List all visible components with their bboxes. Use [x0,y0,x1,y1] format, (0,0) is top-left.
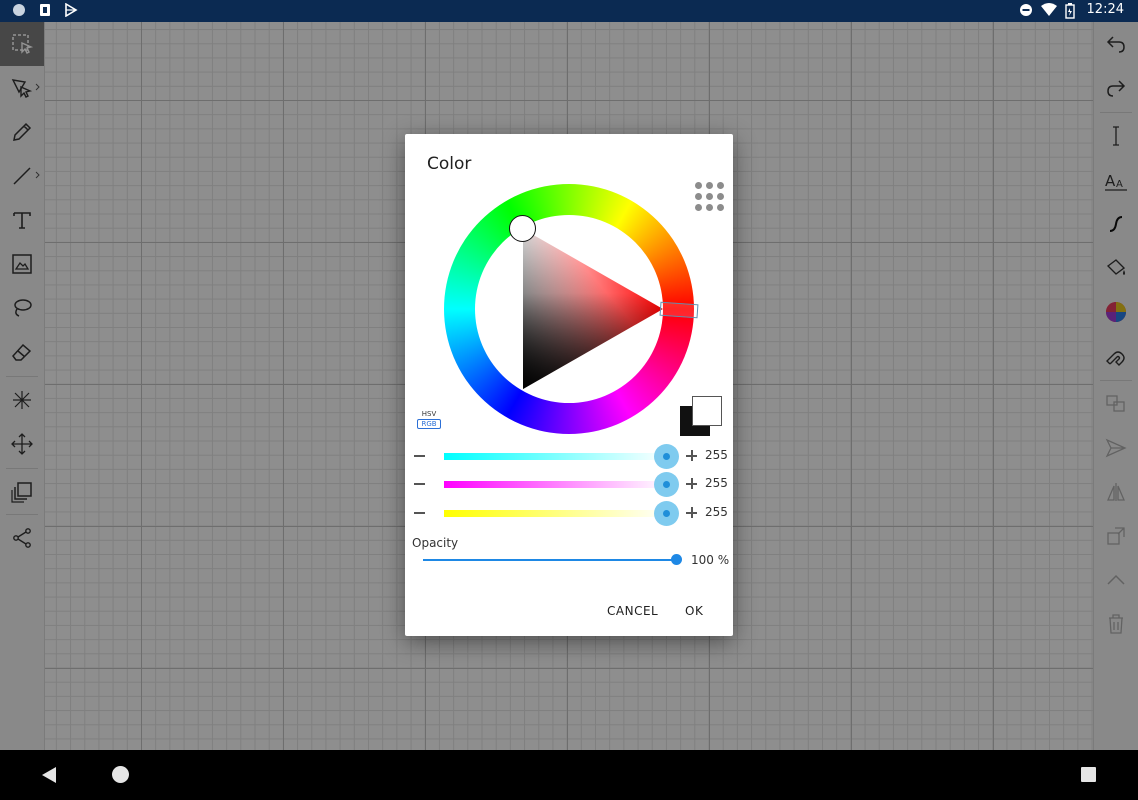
color-mode-toggle[interactable]: HSV RGB [417,410,441,429]
cyan-value: 255 [705,448,728,462]
hue-marker[interactable] [659,301,699,319]
opacity-value: 100 % [691,553,730,567]
palette-grid-icon [695,182,702,189]
cancel-button[interactable]: CANCEL [603,602,662,620]
do-not-disturb-icon [1019,3,1033,17]
yellow-slider-track[interactable] [444,510,668,517]
magenta-slider-thumb[interactable] [654,472,679,497]
back-icon[interactable] [42,767,56,783]
dialog-title: Color [427,154,472,174]
cyan-slider-track[interactable] [444,453,668,460]
ok-button[interactable]: OK [681,602,707,620]
recents-icon[interactable] [1081,767,1096,782]
palette-grid-icon [706,193,713,200]
wifi-icon [1040,2,1057,17]
palette-button[interactable] [695,182,725,212]
yellow-value: 255 [705,505,728,519]
opacity-slider-thumb[interactable] [671,554,682,565]
mode-hsv-label[interactable]: HSV [417,410,441,418]
decrease-yellow-button[interactable] [414,512,425,514]
plus-icon [691,507,693,518]
mode-rgb-label[interactable]: RGB [417,419,441,429]
cyan-slider-thumb[interactable] [654,444,679,469]
decrease-magenta-button[interactable] [414,483,425,485]
palette-grid-icon [706,204,713,211]
play-store-icon [64,2,78,18]
yellow-slider-row: 255 [405,499,733,527]
plus-icon [691,478,693,489]
magenta-value: 255 [705,476,728,490]
magenta-slider-row: 255 [405,470,733,498]
palette-grid-icon [717,182,724,189]
opacity-slider-track[interactable] [423,559,675,561]
plus-icon [691,450,693,461]
cyan-slider-row: 255 [405,442,733,470]
color-dialog: Color HSV RGB 255 255 255 Opacity 100 % … [405,134,733,636]
circle-icon [12,3,26,17]
decrease-cyan-button[interactable] [414,455,425,457]
palette-grid-icon [695,193,702,200]
palette-grid-icon [717,193,724,200]
palette-grid-icon [706,182,713,189]
opacity-label: Opacity [412,536,459,550]
saturation-value-marker[interactable] [509,215,536,242]
status-bar: 12:24 [0,0,1138,22]
sim-icon [38,3,52,17]
navigation-bar [0,750,1138,800]
home-icon[interactable] [112,766,129,783]
yellow-slider-thumb[interactable] [654,501,679,526]
palette-grid-icon [717,204,724,211]
palette-grid-icon [695,204,702,211]
foreground-color-swatch[interactable] [692,396,722,426]
status-time: 12:24 [1086,2,1124,17]
magenta-slider-track[interactable] [444,481,668,488]
battery-icon [1064,2,1075,19]
